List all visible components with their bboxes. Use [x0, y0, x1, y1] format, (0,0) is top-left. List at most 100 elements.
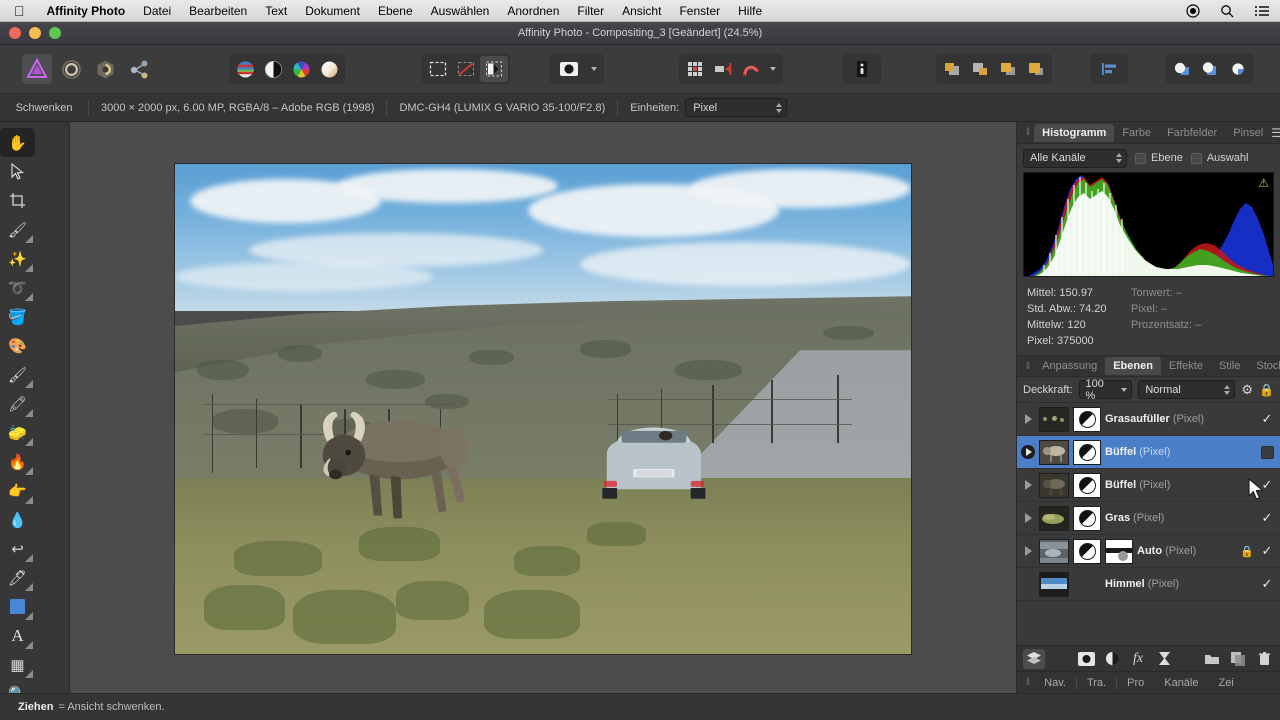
duplicate-layer-icon[interactable]: [1227, 649, 1249, 669]
layer-visibility-checkbox[interactable]: ✓: [1260, 576, 1274, 592]
align-icon[interactable]: [1092, 56, 1126, 82]
layer-row-bueffel-selected[interactable]: Büffel (Pixel): [1017, 436, 1280, 469]
apple-logo-icon[interactable]: : [0, 4, 38, 18]
adjustment-layer-icon[interactable]: [1101, 649, 1123, 669]
photo-persona-button[interactable]: [22, 54, 52, 84]
layer-mask-thumbnail[interactable]: [1073, 439, 1101, 465]
lock-icon[interactable]: 🔒: [1259, 383, 1274, 397]
layer-thumbnail[interactable]: [1039, 505, 1069, 531]
layer-checkbox-row[interactable]: Ebene: [1135, 152, 1183, 164]
tool-rectangle[interactable]: [0, 592, 35, 621]
expand-triangle-icon[interactable]: [1021, 445, 1035, 459]
expand-triangle-icon[interactable]: [1021, 513, 1035, 523]
panel-grip-icon[interactable]: ‖: [1021, 677, 1034, 688]
deselect-icon[interactable]: [452, 56, 480, 82]
levels-icon[interactable]: [231, 56, 259, 82]
tab-stile[interactable]: Stile: [1211, 357, 1248, 375]
tool-erase-brush[interactable]: 🧽: [0, 418, 35, 447]
menu-item-filter[interactable]: Filter: [568, 4, 613, 18]
menu-item-hilfe[interactable]: Hilfe: [729, 4, 771, 18]
boolean-subtract-icon[interactable]: [1196, 56, 1224, 82]
layer-visibility-checkbox[interactable]: ✓: [1260, 477, 1274, 493]
histogram-warning-icon[interactable]: ⚠: [1258, 176, 1269, 190]
live-filter-icon[interactable]: [1153, 649, 1175, 669]
selection-checkbox-row[interactable]: Auswahl: [1190, 152, 1248, 164]
tab-anpassung[interactable]: Anpassung: [1034, 357, 1105, 375]
units-select[interactable]: Pixel: [685, 98, 788, 117]
menu-item-bearbeiten[interactable]: Bearbeiten: [180, 4, 256, 18]
gradient-icon[interactable]: [315, 56, 343, 82]
mask-icon[interactable]: [552, 56, 586, 82]
menu-item-auswaehlen[interactable]: Auswählen: [422, 4, 499, 18]
menu-item-text[interactable]: Text: [256, 4, 296, 18]
tool-color-replacement[interactable]: 🖍: [0, 389, 35, 418]
layer-row-bueffel[interactable]: Büffel (Pixel) ✓: [1017, 469, 1280, 502]
panel-menu-icon[interactable]: ☰: [1271, 126, 1280, 140]
gear-icon[interactable]: ⚙: [1241, 382, 1253, 398]
tab-ebenen[interactable]: Ebenen: [1105, 357, 1161, 375]
tool-view[interactable]: ✋: [0, 128, 35, 157]
layer-row-himmel[interactable]: Himmel (Pixel) ✓: [1017, 568, 1280, 601]
layer-visibility-checkbox[interactable]: ✓: [1260, 510, 1274, 526]
menu-item-anordnen[interactable]: Anordnen: [498, 4, 568, 18]
channel-select[interactable]: Alle Kanäle: [1023, 148, 1127, 168]
tool-lasso[interactable]: ➰: [0, 273, 35, 302]
tool-move[interactable]: [0, 157, 35, 186]
opacity-input[interactable]: 100 %: [1078, 378, 1133, 402]
contrast-icon[interactable]: [259, 56, 287, 82]
tool-mesh-warp[interactable]: ▦: [0, 650, 35, 679]
move-forward-icon[interactable]: [994, 56, 1022, 82]
tab-pinsel[interactable]: Pinsel: [1225, 124, 1271, 142]
layer-mask-thumbnail[interactable]: [1073, 406, 1101, 432]
layer-checkbox[interactable]: [1135, 152, 1146, 164]
layer-visibility-checkbox[interactable]: ✓: [1260, 543, 1274, 559]
menu-item-ebene[interactable]: Ebene: [369, 4, 422, 18]
layer-mask-thumbnail[interactable]: [1073, 472, 1101, 498]
tab-histogramm[interactable]: Histogramm: [1034, 123, 1115, 142]
assistant-icon[interactable]: [845, 56, 879, 82]
panel-grip-icon[interactable]: ‖: [1021, 361, 1034, 372]
layer-thumbnail[interactable]: [1039, 439, 1069, 465]
liquify-persona-button[interactable]: [56, 54, 86, 84]
tool-crop[interactable]: [0, 186, 35, 215]
footer-tab-pro[interactable]: Pro: [1117, 677, 1154, 689]
grid-icon[interactable]: [681, 56, 709, 82]
tab-farbe[interactable]: Farbe: [1114, 124, 1159, 142]
layer-row-grasaufueller[interactable]: Grasaufüller (Pixel) ✓: [1017, 403, 1280, 436]
menu-item-fenster[interactable]: Fenster: [670, 4, 729, 18]
tool-flood-fill[interactable]: 🪣: [0, 302, 35, 331]
footer-tab-tra[interactable]: Tra.: [1077, 677, 1116, 689]
tool-undo-brush[interactable]: ↩: [0, 534, 35, 563]
layer-visibility-checkbox[interactable]: [1261, 445, 1274, 459]
move-back-icon[interactable]: [938, 56, 966, 82]
layer-extra-thumbnail[interactable]: [1105, 538, 1133, 564]
layer-mask-thumbnail[interactable]: [1073, 505, 1101, 531]
list-menu-icon[interactable]: [1244, 4, 1280, 18]
menu-item-ansicht[interactable]: Ansicht: [613, 4, 670, 18]
expand-triangle-icon[interactable]: [1021, 414, 1035, 424]
layer-visibility-checkbox[interactable]: ✓: [1260, 411, 1274, 427]
magnet-icon[interactable]: [737, 56, 765, 82]
layer-lock-icon[interactable]: 🔒: [1240, 545, 1254, 558]
footer-tab-kanaele[interactable]: Kanäle: [1154, 677, 1208, 689]
tool-color-picker[interactable]: 🎨: [0, 331, 35, 360]
tool-flood-select[interactable]: ✨: [0, 244, 35, 273]
tab-stock[interactable]: Stock: [1248, 357, 1280, 375]
refine-icon[interactable]: [480, 56, 508, 82]
menu-item-affinity-photo[interactable]: Affinity Photo: [38, 4, 135, 18]
marquee-icon[interactable]: [424, 56, 452, 82]
document-image[interactable]: [175, 164, 911, 654]
layer-row-gras[interactable]: Gras (Pixel) ✓: [1017, 502, 1280, 535]
search-icon[interactable]: [1210, 4, 1244, 18]
export-persona-button[interactable]: [124, 54, 154, 84]
layer-thumbnail[interactable]: [1039, 538, 1069, 564]
tool-text[interactable]: A: [0, 621, 35, 650]
layer-mask-thumbnail[interactable]: [1073, 538, 1101, 564]
layer-thumbnail[interactable]: [1039, 406, 1069, 432]
footer-tab-nav[interactable]: Nav.: [1034, 677, 1076, 689]
layer-row-auto[interactable]: Auto (Pixel) 🔒 ✓: [1017, 535, 1280, 568]
color-wheel-icon[interactable]: [287, 56, 315, 82]
tool-selection-brush[interactable]: 🖌: [0, 215, 35, 244]
group-folder-icon[interactable]: [1201, 649, 1223, 669]
tool-blur[interactable]: 💧: [0, 505, 35, 534]
